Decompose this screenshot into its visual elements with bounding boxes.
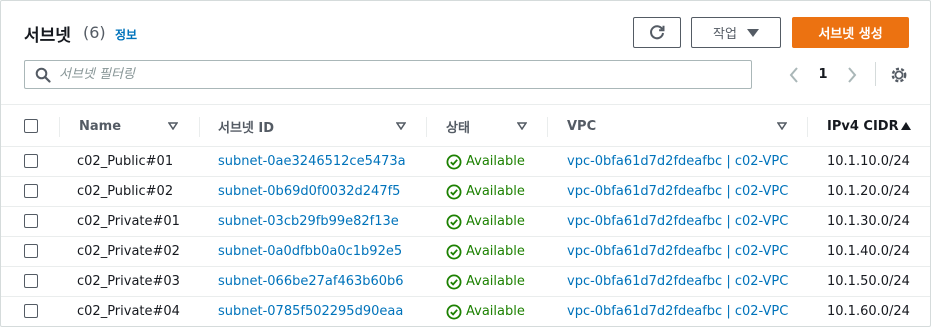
subnet-id-link[interactable]: subnet-0785f502295d90eaa xyxy=(218,297,403,326)
column-header-name[interactable]: Name xyxy=(79,105,121,148)
check-circle-icon xyxy=(446,244,462,259)
vpc-link[interactable]: vpc-0bfa61d7d2fdeafbc | c02-VPC xyxy=(567,297,788,326)
vpc-link[interactable]: vpc-0bfa61d7d2fdeafbc | c02-VPC xyxy=(567,267,788,296)
subnet-name: c02_Private#01 xyxy=(77,214,180,229)
vpc-link[interactable]: vpc-0bfa61d7d2fdeafbc | c02-VPC xyxy=(567,207,788,236)
caret-up-icon[interactable] xyxy=(901,122,911,130)
next-page-button[interactable] xyxy=(843,65,861,85)
ipv4-cidr: 10.1.10.0/24 xyxy=(827,154,910,169)
create-subnet-button[interactable]: 서브넷 생성 xyxy=(792,17,909,48)
row-checkbox[interactable] xyxy=(24,244,38,258)
column-divider xyxy=(426,117,427,137)
caret-down-outline-icon[interactable] xyxy=(396,122,406,130)
ipv4-cidr: 10.1.60.0/24 xyxy=(827,304,910,319)
table-row[interactable]: c02_Private#02 subnet-0a0dfbb0a0c1b92e5 … xyxy=(1,237,930,267)
check-circle-icon xyxy=(446,304,462,319)
vpc-link[interactable]: vpc-0bfa61d7d2fdeafbc | c02-VPC xyxy=(567,147,788,176)
table-row[interactable]: c02_Private#03 subnet-066be27af463b60b6 … xyxy=(1,267,930,297)
gear-icon xyxy=(891,67,907,83)
previous-page-button[interactable] xyxy=(785,65,803,85)
status-badge: Available xyxy=(446,207,525,236)
caret-down-outline-icon[interactable] xyxy=(777,122,787,130)
table-row[interactable]: c02_Private#01 subnet-03cb29fb99e82f13e … xyxy=(1,207,930,237)
column-header-subnet-id[interactable]: 서브넷 ID xyxy=(218,105,274,148)
subnet-id-link[interactable]: subnet-066be27af463b60b6 xyxy=(218,267,404,296)
actions-dropdown-button[interactable]: 작업 xyxy=(691,17,781,48)
column-divider xyxy=(807,117,808,137)
status-badge: Available xyxy=(446,177,525,206)
table-row[interactable]: c02_Public#02 subnet-0b69d0f0032d247f5 A… xyxy=(1,177,930,207)
select-all-checkbox[interactable] xyxy=(24,119,38,133)
subnet-id-link[interactable]: subnet-0ae3246512ce5473a xyxy=(218,147,406,176)
row-checkbox[interactable] xyxy=(24,304,38,318)
current-page-number[interactable]: 1 xyxy=(813,65,833,85)
subnet-name: c02_Private#02 xyxy=(77,244,180,259)
subnet-name: c02_Private#04 xyxy=(77,304,180,319)
column-header-vpc[interactable]: VPC xyxy=(567,105,596,148)
subnet-name: c02_Public#01 xyxy=(77,154,174,169)
check-circle-icon xyxy=(446,184,462,199)
chevron-right-icon xyxy=(848,67,857,83)
status-text: Available xyxy=(466,154,525,169)
ipv4-cidr: 10.1.30.0/24 xyxy=(827,214,910,229)
pagination-divider xyxy=(875,62,876,86)
refresh-icon xyxy=(650,24,665,39)
caret-down-icon xyxy=(746,28,759,37)
status-badge: Available xyxy=(446,267,525,296)
row-checkbox[interactable] xyxy=(24,214,38,228)
actions-label: 작업 xyxy=(713,27,737,42)
caret-down-outline-icon[interactable] xyxy=(168,122,178,130)
table-row[interactable]: c02_Private#04 subnet-0785f502295d90eaa … xyxy=(1,297,930,326)
table-row[interactable]: c02_Public#01 subnet-0ae3246512ce5473a A… xyxy=(1,147,930,177)
subnet-name: c02_Public#02 xyxy=(77,184,174,199)
search-input[interactable] xyxy=(59,64,739,85)
vpc-link[interactable]: vpc-0bfa61d7d2fdeafbc | c02-VPC xyxy=(567,177,788,206)
table-header: Name 서브넷 ID 상태 VPC IPv4 CIDR xyxy=(1,104,930,148)
column-header-state[interactable]: 상태 xyxy=(446,105,470,148)
preferences-button[interactable] xyxy=(888,64,910,86)
status-text: Available xyxy=(466,244,525,259)
subnet-count: (6) xyxy=(83,23,106,42)
status-text: Available xyxy=(466,304,525,319)
ipv4-cidr: 10.1.40.0/24 xyxy=(827,244,910,259)
status-badge: Available xyxy=(446,237,525,266)
check-circle-icon xyxy=(446,214,462,229)
vpc-link[interactable]: vpc-0bfa61d7d2fdeafbc | c02-VPC xyxy=(567,237,788,266)
subnet-name: c02_Private#03 xyxy=(77,274,180,289)
status-text: Available xyxy=(466,274,525,289)
column-divider xyxy=(199,117,200,137)
ipv4-cidr: 10.1.20.0/24 xyxy=(827,184,910,199)
search-icon xyxy=(35,67,51,83)
column-divider xyxy=(59,117,60,137)
refresh-button[interactable] xyxy=(633,17,681,48)
status-text: Available xyxy=(466,214,525,229)
check-circle-icon xyxy=(446,154,462,169)
caret-down-outline-icon[interactable] xyxy=(517,122,527,130)
status-badge: Available xyxy=(446,297,525,326)
chevron-left-icon xyxy=(789,67,798,83)
info-link[interactable]: 정보 xyxy=(115,26,137,43)
row-checkbox[interactable] xyxy=(24,274,38,288)
subnet-id-link[interactable]: subnet-0b69d0f0032d247f5 xyxy=(218,177,400,206)
search-box xyxy=(24,60,752,89)
page-title: 서브넷 xyxy=(24,26,71,46)
row-checkbox[interactable] xyxy=(24,154,38,168)
subnet-id-link[interactable]: subnet-0a0dfbb0a0c1b92e5 xyxy=(218,237,402,266)
subnet-id-link[interactable]: subnet-03cb29fb99e82f13e xyxy=(218,207,399,236)
ipv4-cidr: 10.1.50.0/24 xyxy=(827,274,910,289)
column-divider xyxy=(547,117,548,137)
column-header-ipv4-cidr[interactable]: IPv4 CIDR xyxy=(827,105,899,148)
subnets-panel: 서브넷 (6) 정보 작업 서브넷 생성 1 xyxy=(0,0,931,327)
status-text: Available xyxy=(466,184,525,199)
check-circle-icon xyxy=(446,274,462,289)
status-badge: Available xyxy=(446,147,525,176)
row-checkbox[interactable] xyxy=(24,184,38,198)
